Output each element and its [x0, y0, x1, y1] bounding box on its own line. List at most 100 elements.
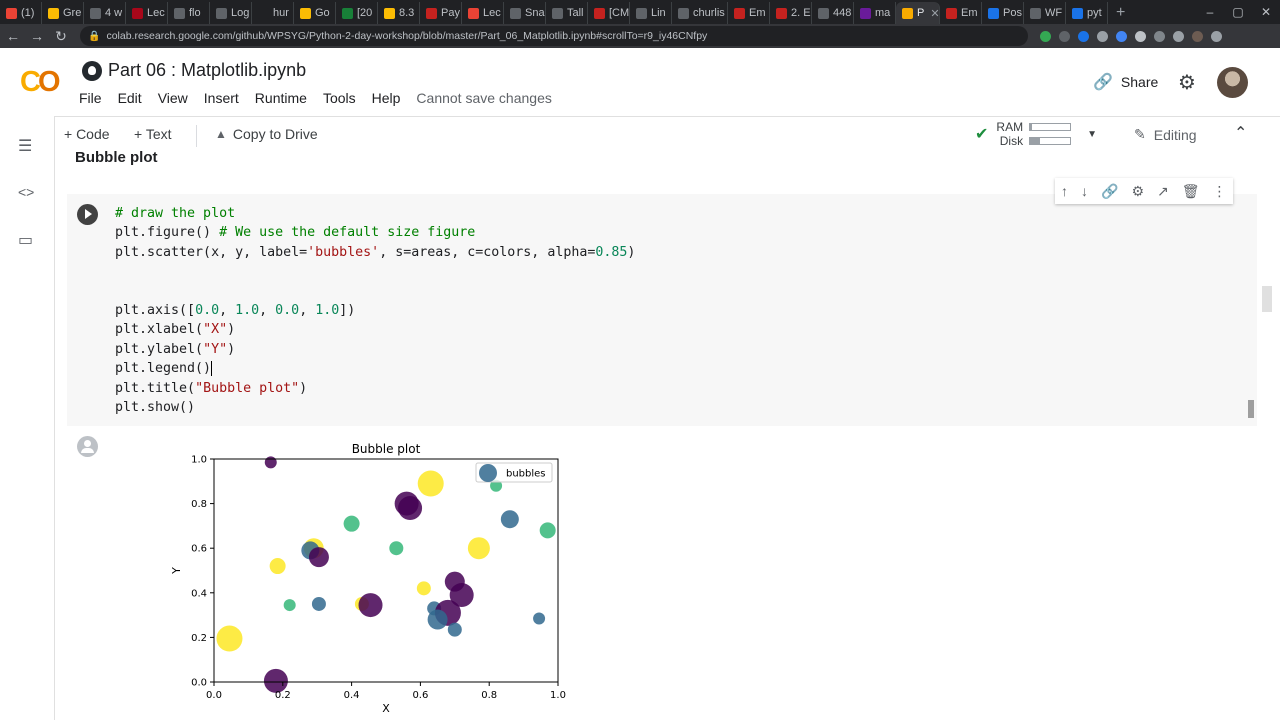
cell-settings-icon[interactable]: ⚙: [1131, 183, 1144, 200]
menu-edit[interactable]: Edit: [118, 90, 142, 106]
tab-label: 8.3: [399, 7, 415, 19]
browser-tab[interactable]: [20: [336, 2, 378, 24]
browser-tab[interactable]: Em: [728, 2, 770, 24]
browser-tab[interactable]: Gre: [42, 2, 84, 24]
tab-favicon-icon: [818, 7, 829, 19]
code-token: 0.0: [195, 302, 220, 318]
code-snippets-icon[interactable]: <>: [18, 184, 34, 200]
menu-runtime[interactable]: Runtime: [255, 90, 307, 106]
cell-scrollbar[interactable]: [1248, 400, 1254, 418]
browser-tab[interactable]: 448: [812, 2, 854, 24]
code-cell[interactable]: # draw the plot plt.figure() # We use the…: [67, 194, 1257, 426]
browser-tab[interactable]: 2. E: [770, 2, 812, 24]
output-avatar-icon[interactable]: [77, 436, 98, 457]
address-bar[interactable]: 🔒 colab.research.google.com/github/WPSYG…: [80, 26, 1028, 46]
tab-label: Tall: [567, 7, 584, 19]
close-window-button[interactable]: ✕: [1252, 5, 1280, 19]
extension-icon[interactable]: [1097, 30, 1108, 42]
browser-tab[interactable]: Sna: [504, 2, 546, 24]
link-cell-icon[interactable]: 🔗: [1101, 183, 1118, 200]
page-scrollbar[interactable]: [1262, 286, 1272, 312]
menu-help[interactable]: Help: [372, 90, 401, 106]
tab-label: Log: [231, 7, 250, 19]
resource-monitor[interactable]: ✔ RAM Disk ▼: [975, 120, 1097, 148]
more-options-icon[interactable]: ⋮: [1213, 183, 1227, 200]
browser-tab[interactable]: ma: [854, 2, 896, 24]
close-tab-icon[interactable]: ✕: [930, 7, 939, 20]
extension-icon[interactable]: [1135, 30, 1146, 42]
folder-icon[interactable]: ▭: [18, 230, 33, 250]
browser-tab[interactable]: Go: [294, 2, 336, 24]
browser-tab[interactable]: Lin: [630, 2, 672, 24]
browser-tab[interactable]: Pos: [982, 2, 1024, 24]
menu-insert[interactable]: Insert: [204, 90, 239, 106]
share-button[interactable]: 🔗 Share: [1093, 72, 1158, 92]
browser-tab[interactable]: Lec: [462, 2, 504, 24]
profile-icon[interactable]: [1192, 30, 1203, 42]
colab-logo[interactable]: CO: [20, 66, 60, 99]
puzzle-icon[interactable]: [1173, 30, 1184, 42]
browser-tab[interactable]: (1): [0, 2, 42, 24]
browser-tab[interactable]: Lec: [126, 2, 168, 24]
move-up-icon[interactable]: ↑: [1061, 183, 1068, 199]
browser-tab[interactable]: 8.3: [378, 2, 420, 24]
lock-icon: 🔒: [88, 30, 101, 42]
tab-label: 2. E: [791, 7, 811, 19]
notebook-title-row: Part 06 : Matplotlib.ipynb: [82, 60, 306, 81]
new-tab-button[interactable]: +: [1108, 2, 1133, 24]
notebook-area: Bubble plot # draw the plot plt.figure() …: [55, 149, 1280, 720]
browser-tab[interactable]: 4 w: [84, 2, 126, 24]
move-down-icon[interactable]: ↓: [1081, 183, 1088, 199]
forward-arrow-icon[interactable]: →: [26, 28, 48, 44]
browser-tab[interactable]: flo: [168, 2, 210, 24]
extension-icon[interactable]: [1078, 30, 1089, 42]
bubble-point: [389, 541, 404, 556]
minimize-button[interactable]: –: [1196, 5, 1224, 19]
add-code-button[interactable]: + Code: [64, 126, 110, 142]
maximize-button[interactable]: ▢: [1224, 5, 1252, 19]
y-tick-label: 0.4: [191, 588, 207, 599]
extension-icon[interactable]: [1116, 30, 1127, 42]
code-line: plt.legend(): [115, 359, 635, 378]
tab-label: (1): [21, 7, 35, 19]
browser-tab[interactable]: WF: [1024, 2, 1066, 24]
settings-gear-icon[interactable]: ⚙: [1178, 70, 1196, 95]
avatar[interactable]: [1217, 67, 1248, 98]
chevron-down-icon[interactable]: ▼: [1087, 129, 1097, 140]
run-cell-button[interactable]: [77, 204, 98, 225]
browser-tab[interactable]: churlis: [672, 2, 728, 24]
mirror-cell-icon[interactable]: ↗: [1157, 183, 1169, 200]
browser-tab[interactable]: Pay: [420, 2, 462, 24]
tab-favicon-icon: [468, 7, 479, 19]
menu-dots-icon[interactable]: [1211, 30, 1222, 42]
browser-tab[interactable]: Log: [210, 2, 252, 24]
browser-tab[interactable]: [CM: [588, 2, 630, 24]
tab-label: WF: [1045, 7, 1063, 19]
back-arrow-icon[interactable]: ←: [2, 28, 24, 44]
delete-cell-icon[interactable]: 🗑: [1182, 183, 1200, 200]
browser-tab[interactable]: hur: [252, 2, 294, 24]
extension-icon[interactable]: [1059, 30, 1070, 42]
extension-icon[interactable]: [1040, 30, 1051, 42]
menu-tools[interactable]: Tools: [323, 90, 356, 106]
browser-tab[interactable]: Em: [940, 2, 982, 24]
menu-file[interactable]: File: [79, 90, 102, 106]
extension-icon[interactable]: [1154, 30, 1165, 42]
browser-tab[interactable]: pyt: [1066, 2, 1108, 24]
code-token: "Y": [203, 341, 228, 357]
add-text-button[interactable]: + Text: [134, 126, 172, 142]
browser-tab[interactable]: P ✕: [896, 2, 940, 24]
github-icon[interactable]: [82, 60, 102, 81]
table-of-contents-icon[interactable]: ☰: [18, 136, 32, 156]
notebook-title[interactable]: Part 06 : Matplotlib.ipynb: [108, 60, 306, 81]
code-token: ): [227, 341, 236, 357]
copy-to-drive-button[interactable]: ▲ Copy to Drive: [215, 126, 318, 142]
reload-icon[interactable]: ↻: [50, 28, 72, 45]
menu-view[interactable]: View: [158, 90, 188, 106]
tab-label: ma: [875, 7, 891, 19]
code-editor[interactable]: # draw the plot plt.figure() # We use the…: [115, 204, 635, 417]
editing-mode-button[interactable]: ✎ Editing: [1134, 126, 1197, 143]
chevron-up-icon[interactable]: ⌃: [1234, 123, 1247, 143]
browser-tab[interactable]: Tall: [546, 2, 588, 24]
notebook-toolbar: + Code + Text ▲ Copy to Drive ✔ RAM Disk…: [0, 116, 1280, 152]
